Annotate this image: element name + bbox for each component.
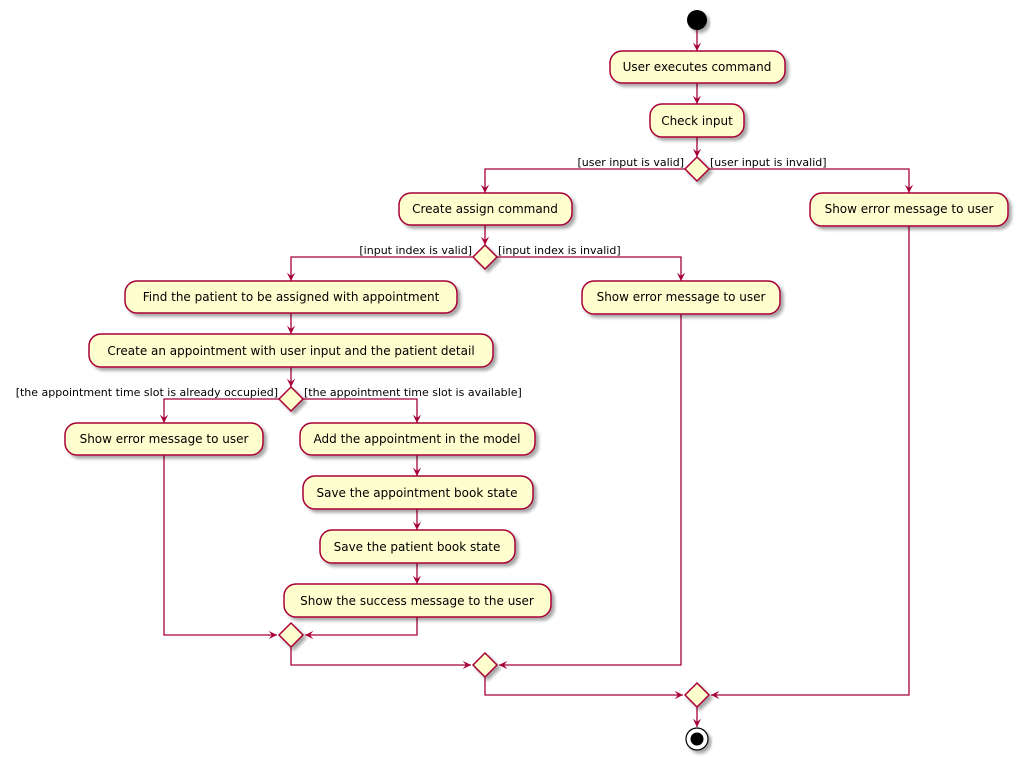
activity-show-success: Show the success message to the user — [283, 583, 552, 618]
merge-user-input — [683, 681, 711, 709]
activity-label: Create assign command — [412, 202, 558, 216]
merge-time-slot — [277, 621, 305, 649]
edge-occupied-to-error3 — [159, 398, 279, 423]
activity-label: Find the patient to be assigned with app… — [143, 290, 440, 304]
edge-success-to-merge1 — [305, 617, 418, 640]
activity-diagram: User executes command Check input Create… — [16, 10, 1009, 751]
guard-slot-available: [the appointment time slot is available] — [304, 386, 522, 399]
edge-index-invalid-to-error2 — [497, 256, 686, 281]
edge-merge2-to-merge3 — [484, 677, 683, 700]
activity-check-input: Check input — [649, 103, 745, 138]
activity-label: Add the appointment in the model — [314, 432, 521, 446]
activity-show-error-3: Show error message to user — [64, 422, 264, 456]
activity-label: Show the success message to the user — [300, 594, 534, 608]
activity-show-error-1: Show error message to user — [809, 192, 1009, 227]
activity-label: Create an appointment with user input an… — [107, 344, 474, 358]
decision-user-input — [683, 155, 711, 183]
activity-label: Show error message to user — [80, 432, 249, 446]
activity-save-appointment-book: Save the appointment book state — [302, 475, 534, 510]
activity-create-assign: Create assign command — [398, 192, 573, 226]
decision-time-slot — [277, 385, 305, 413]
activity-user-executes: User executes command — [609, 50, 786, 84]
activity-find-patient: Find the patient to be assigned with app… — [124, 280, 458, 314]
activity-label: User executes command — [623, 60, 772, 74]
end-node — [685, 727, 709, 751]
activity-label: Check input — [661, 114, 733, 128]
start-node — [687, 10, 707, 30]
decision-input-index — [471, 243, 499, 271]
activity-create-appointment: Create an appointment with user input an… — [88, 333, 494, 368]
guard-input-invalid: [user input is invalid] — [710, 156, 827, 169]
edge-invalid-to-error1 — [709, 168, 914, 193]
activity-label: Show error message to user — [825, 202, 994, 216]
activity-label: Show error message to user — [597, 290, 766, 304]
edge-valid-to-create — [480, 168, 685, 193]
edges — [159, 30, 914, 727]
edge-merge1-to-merge2 — [290, 647, 471, 670]
guard-slot-occupied: [the appointment time slot is already oc… — [16, 386, 278, 399]
activity-label: Save the patient book state — [334, 540, 501, 554]
guard-input-valid: [user input is valid] — [578, 156, 685, 169]
activity-show-error-2: Show error message to user — [581, 280, 781, 315]
edge-error3-to-merge1 — [163, 455, 277, 640]
guard-index-valid: [input index is valid] — [359, 244, 472, 257]
edge-available-to-add — [303, 398, 422, 423]
activity-add-appointment: Add the appointment in the model — [299, 422, 536, 456]
activity-save-patient-book: Save the patient book state — [319, 529, 516, 564]
activity-label: Save the appointment book state — [316, 486, 517, 500]
guard-index-invalid: [input index is invalid] — [498, 244, 621, 257]
merge-input-index — [471, 651, 499, 679]
edge-index-valid-to-find — [286, 256, 473, 281]
